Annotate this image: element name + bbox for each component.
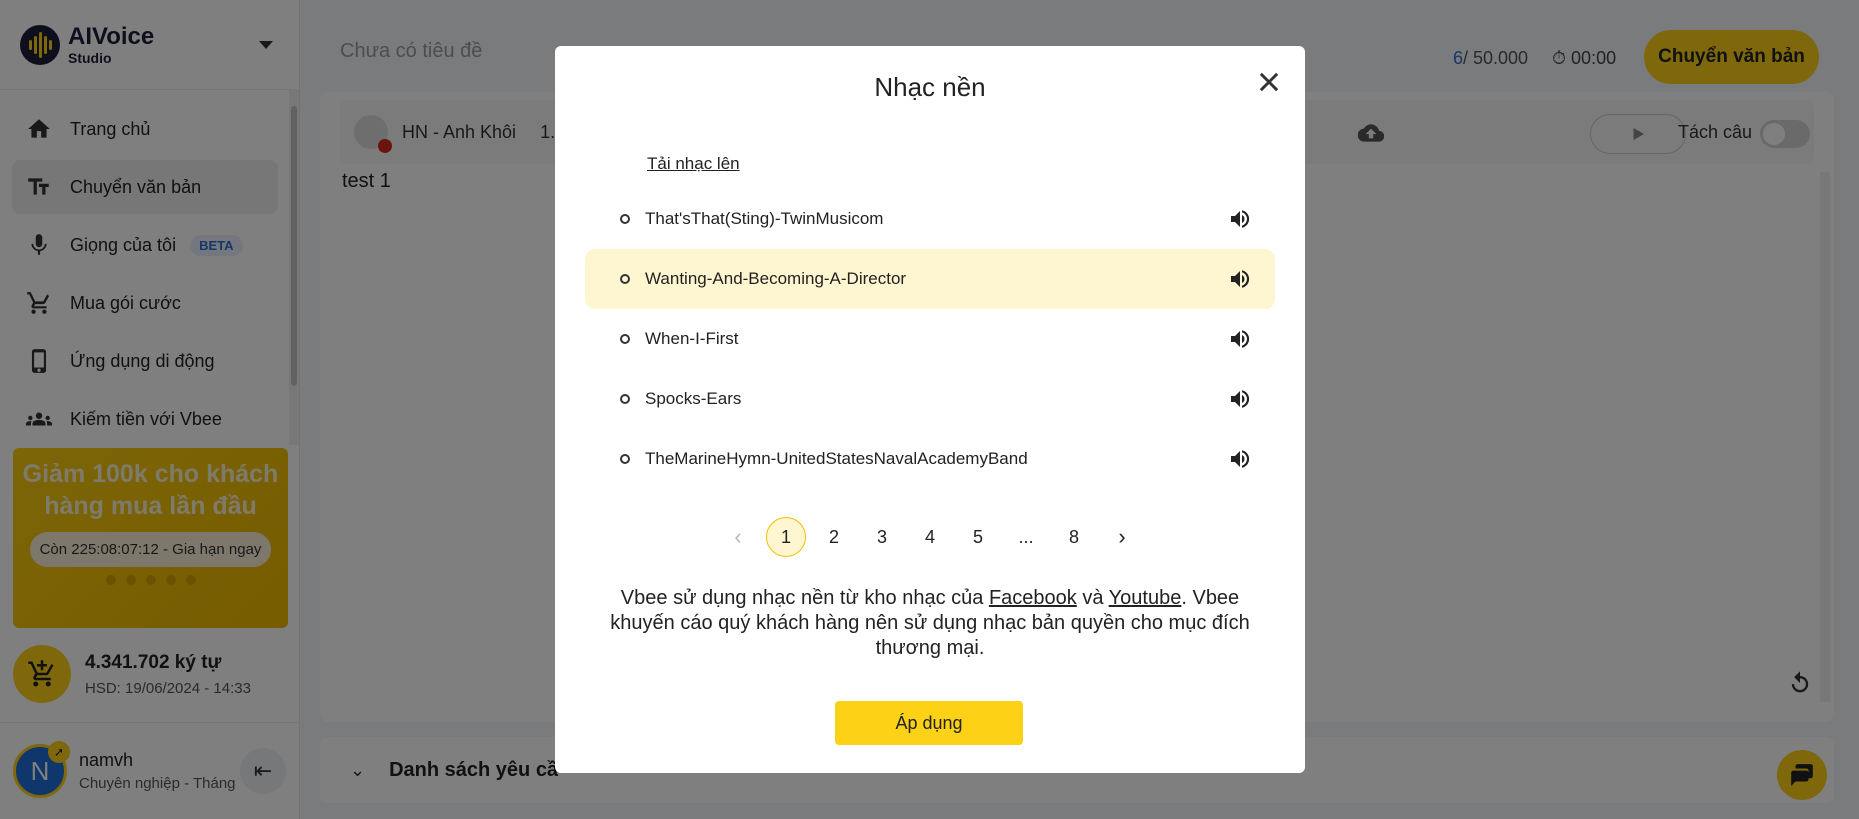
- upload-music-link[interactable]: Tải nhạc lên: [647, 154, 740, 174]
- speaker-icon[interactable]: [1227, 267, 1253, 291]
- pagination: ‹ 1 2 3 4 5 ... 8 ›: [555, 517, 1305, 557]
- background-music-dialog: Nhạc nền Tải nhạc lên That'sThat(Sting)-…: [555, 46, 1305, 773]
- track-name: TheMarineHymn-UnitedStatesNavalAcademyBa…: [645, 449, 1028, 468]
- page-button[interactable]: 1: [766, 517, 806, 557]
- track-name: When-I-First: [645, 329, 739, 348]
- track-name: Spocks-Ears: [645, 389, 742, 408]
- radio-button[interactable]: [620, 214, 630, 224]
- track-row[interactable]: Wanting-And-Becoming-A-Director: [585, 249, 1275, 309]
- track-row[interactable]: That'sThat(Sting)-TwinMusicom: [585, 189, 1275, 249]
- speaker-icon[interactable]: [1227, 387, 1253, 411]
- close-button[interactable]: [1255, 68, 1283, 96]
- apply-button[interactable]: Áp dụng: [835, 701, 1023, 745]
- track-name: Wanting-And-Becoming-A-Director: [645, 269, 907, 288]
- copyright-notice: Vbee sử dụng nhạc nền từ kho nhạc của Fa…: [610, 587, 1250, 659]
- close-icon: [1259, 72, 1279, 92]
- page-button[interactable]: 4: [910, 517, 950, 557]
- dialog-title: Nhạc nền: [874, 72, 986, 102]
- track-row[interactable]: When-I-First: [585, 309, 1275, 369]
- music-track-list: That'sThat(Sting)-TwinMusicom Wanting-An…: [585, 189, 1275, 489]
- speaker-icon[interactable]: [1227, 327, 1253, 351]
- page-button[interactable]: 3: [862, 517, 902, 557]
- radio-button[interactable]: [620, 334, 630, 344]
- radio-button[interactable]: [620, 454, 630, 464]
- pagination-prev-button[interactable]: ‹: [718, 517, 758, 557]
- youtube-link[interactable]: Youtube: [1109, 587, 1182, 609]
- speaker-icon[interactable]: [1227, 207, 1253, 231]
- page-ellipsis: ...: [1018, 526, 1034, 547]
- facebook-link[interactable]: Facebook: [989, 587, 1077, 609]
- page-button[interactable]: 5: [958, 517, 998, 557]
- track-name: That'sThat(Sting)-TwinMusicom: [645, 209, 884, 228]
- speaker-icon[interactable]: [1227, 447, 1253, 471]
- page-button[interactable]: 8: [1054, 517, 1094, 557]
- track-row[interactable]: Spocks-Ears: [585, 369, 1275, 429]
- radio-button[interactable]: [620, 274, 630, 284]
- radio-button[interactable]: [620, 394, 630, 404]
- track-row[interactable]: TheMarineHymn-UnitedStatesNavalAcademyBa…: [585, 429, 1275, 489]
- pagination-next-button[interactable]: ›: [1102, 517, 1142, 557]
- page-button[interactable]: 2: [814, 517, 854, 557]
